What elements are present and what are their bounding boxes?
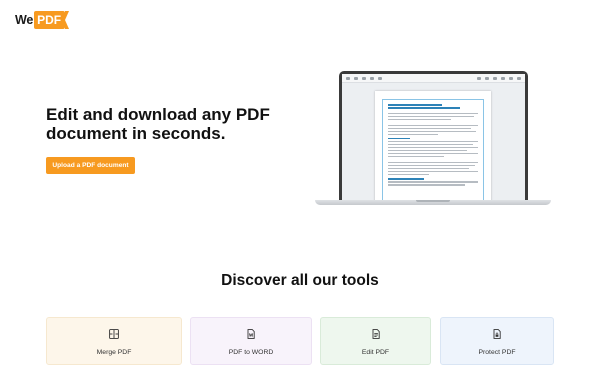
tool-label: Protect PDF (478, 349, 516, 356)
pdf-page-preview (375, 91, 491, 200)
toolbar-icon (493, 76, 497, 80)
toolbar-icon (362, 76, 366, 80)
toolbar-icon (477, 76, 481, 80)
edit-file-icon (371, 329, 381, 339)
toolbar-icon (517, 76, 521, 80)
pdf-page-content (382, 99, 484, 200)
logo-text-we: We (15, 13, 34, 27)
laptop-screen (339, 71, 528, 200)
toolbar-icon (354, 76, 358, 80)
merge-icon (109, 329, 119, 339)
toolbar-icon (370, 76, 374, 80)
laptop-notch (416, 200, 450, 202)
laptop-illustration (315, 71, 551, 207)
toolbar-icon (501, 76, 505, 80)
editor-toolbar (342, 74, 525, 83)
upload-pdf-button[interactable]: Upload a PDF document (46, 157, 135, 174)
word-file-icon (246, 329, 256, 339)
tool-card-edit-pdf[interactable]: Edit PDF (320, 317, 431, 365)
toolbar-icon (509, 76, 513, 80)
logo-badge-pdf: PDF (34, 11, 70, 29)
lock-file-icon (492, 329, 502, 339)
tool-card-protect-pdf[interactable]: Protect PDF (440, 317, 554, 365)
tool-label: Merge PDF (96, 349, 132, 356)
tool-card-merge-pdf[interactable]: Merge PDF (46, 317, 182, 365)
toolbar-icon (378, 76, 382, 80)
tool-label: PDF to WORD (228, 349, 274, 356)
tool-label: Edit PDF (361, 349, 390, 356)
logo[interactable]: We PDF (15, 10, 70, 30)
hero-title: Edit and download any PDF document in se… (46, 105, 270, 143)
toolbar-icon (485, 76, 489, 80)
tool-card-pdf-to-word[interactable]: PDF to WORD (190, 317, 312, 365)
toolbar-icon (346, 76, 350, 80)
tools-section-title: Discover all our tools (221, 272, 379, 289)
pdf-editor-preview (342, 74, 525, 200)
